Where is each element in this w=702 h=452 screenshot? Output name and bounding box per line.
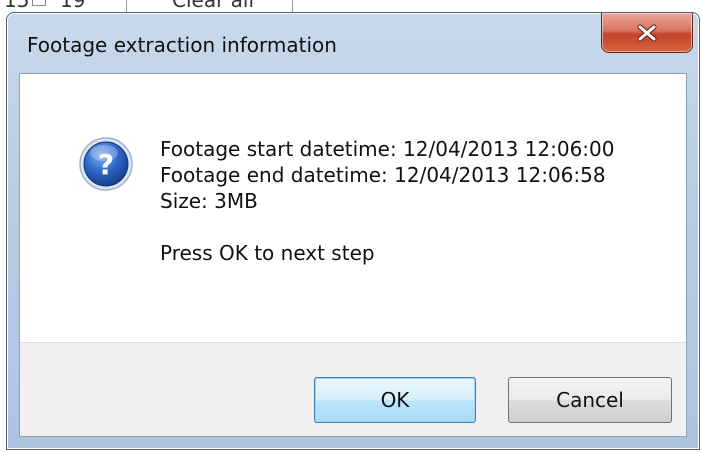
dialog-title: Footage extraction information <box>27 33 337 57</box>
title-bar[interactable]: Footage extraction information <box>7 13 699 73</box>
cancel-button[interactable]: Cancel <box>508 377 672 423</box>
question-icon: ? <box>79 137 133 191</box>
background-text-left: 15 <box>4 0 30 12</box>
background-checkbox <box>32 0 46 6</box>
close-icon <box>637 24 657 41</box>
svg-text:?: ? <box>98 148 114 181</box>
dialog-client-area: ? Footage start datetime: 12/04/2013 12:… <box>19 73 687 437</box>
close-button[interactable] <box>601 13 693 53</box>
background-text-mid: 19 <box>60 0 86 12</box>
message-area: ? Footage start datetime: 12/04/2013 12:… <box>20 74 686 342</box>
dialog-window: Footage extraction information ? Footage… <box>6 12 700 450</box>
footage-end-text: Footage end datetime: 12/04/2013 12:06:5… <box>160 163 606 187</box>
prompt-text: Press OK to next step <box>160 241 375 265</box>
button-bar: OK Cancel <box>20 342 686 436</box>
ok-button[interactable]: OK <box>314 377 476 423</box>
background-clear-all-link: Clear all <box>172 0 255 12</box>
size-text: Size: 3MB <box>160 189 258 213</box>
message-text: Footage start datetime: 12/04/2013 12:06… <box>160 136 615 266</box>
footage-start-text: Footage start datetime: 12/04/2013 12:06… <box>160 137 615 161</box>
